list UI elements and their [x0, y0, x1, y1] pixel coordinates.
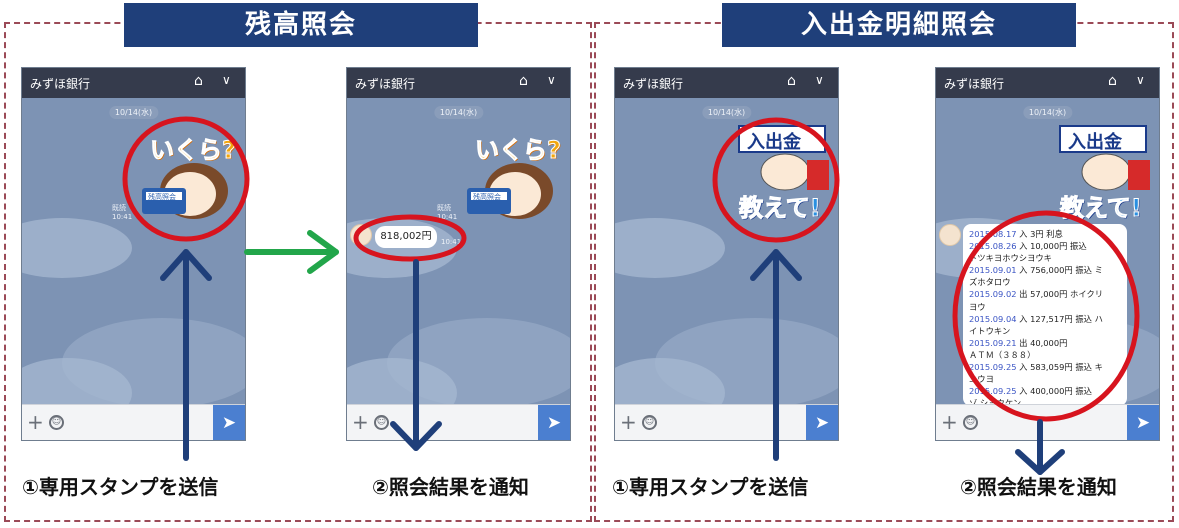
up-arrow [160, 249, 212, 461]
annotation-overlay [122, 116, 1140, 475]
highlight-circle [122, 116, 250, 242]
highlight-circle [353, 214, 467, 262]
down-arrow [1015, 419, 1065, 475]
step-caption: ①専用スタンプを送信 [612, 475, 809, 499]
step-caption: ②照会結果を通知 [960, 475, 1117, 499]
up-arrow [750, 249, 802, 461]
step-caption: ②照会結果を通知 [372, 475, 529, 499]
step-caption: ①専用スタンプを送信 [22, 475, 219, 499]
highlight-circle [712, 117, 840, 243]
transition-arrow [244, 230, 339, 274]
highlight-circle [952, 210, 1140, 422]
down-arrow [390, 259, 442, 451]
